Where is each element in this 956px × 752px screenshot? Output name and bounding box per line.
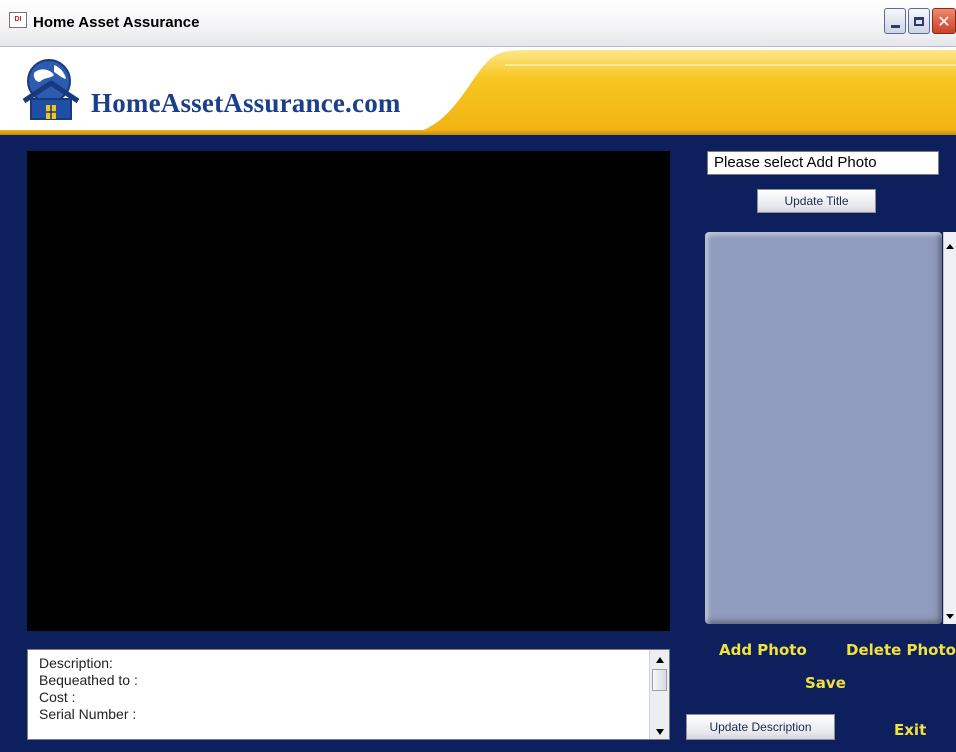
banner-rule: [0, 130, 956, 135]
maximize-button[interactable]: [908, 8, 930, 34]
save-button[interactable]: Save: [805, 674, 846, 692]
description-textarea[interactable]: Description: Bequeathed to : Cost : Seri…: [27, 649, 670, 740]
scroll-down-arrow-icon[interactable]: [656, 729, 664, 735]
exit-button[interactable]: Exit: [894, 721, 926, 739]
update-description-button[interactable]: Update Description: [686, 714, 835, 740]
minimize-icon: [890, 24, 900, 28]
app-icon[interactable]: DI: [9, 12, 27, 28]
close-button[interactable]: ✕: [932, 8, 956, 34]
scroll-up-arrow-icon[interactable]: [946, 244, 954, 249]
house-globe-logo-icon: [22, 59, 80, 120]
maximize-icon: [914, 16, 924, 26]
close-icon: ✕: [937, 11, 951, 31]
add-photo-button[interactable]: Add Photo: [719, 641, 807, 659]
photo-viewer[interactable]: [27, 151, 670, 631]
description-line: Description:: [39, 655, 113, 671]
window-title: Home Asset Assurance: [33, 14, 200, 31]
brand-name: HomeAssetAssurance.com: [91, 88, 401, 118]
delete-photo-button[interactable]: Delete Photo: [846, 641, 956, 659]
scroll-down-arrow-icon[interactable]: [946, 614, 954, 619]
serial-number-line: Serial Number :: [39, 706, 137, 722]
photo-title-field[interactable]: Please select Add Photo: [707, 151, 939, 175]
bequeathed-line: Bequeathed to :: [39, 672, 138, 688]
scroll-up-arrow-icon[interactable]: [656, 657, 664, 663]
update-title-button[interactable]: Update Title: [757, 189, 876, 213]
window-titlebar[interactable]: DI Home Asset Assurance ✕: [0, 0, 956, 47]
scroll-thumb[interactable]: [652, 669, 667, 691]
photo-list-scrollbar[interactable]: [943, 232, 956, 624]
minimize-button[interactable]: [884, 8, 906, 34]
cost-line: Cost :: [39, 689, 76, 705]
description-scrollbar[interactable]: [649, 650, 669, 739]
photo-list[interactable]: [705, 232, 942, 624]
description-text: Description: Bequeathed to : Cost : Seri…: [39, 655, 138, 723]
